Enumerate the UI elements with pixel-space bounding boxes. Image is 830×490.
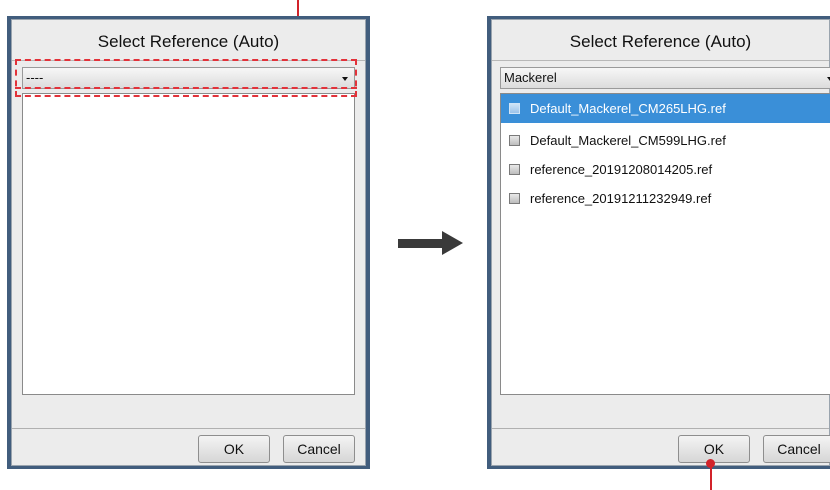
- list-item-label: Default_Mackerel_CM599LHG.ref: [530, 133, 726, 148]
- left-reference-list[interactable]: [22, 93, 355, 395]
- checkbox-icon[interactable]: [509, 164, 520, 175]
- list-item[interactable]: Default_Mackerel_CM599LHG.ref: [501, 126, 830, 155]
- checkbox-icon[interactable]: [509, 135, 520, 146]
- list-item-label: Default_Mackerel_CM265LHG.ref: [530, 101, 726, 116]
- checkbox-icon[interactable]: [509, 103, 520, 114]
- combo-highlight-mid-line: [15, 87, 357, 89]
- right-combo-value: Mackerel: [504, 70, 557, 85]
- list-item-label: reference_20191211232949.ref: [530, 191, 712, 206]
- list-item[interactable]: reference_20191208014205.ref: [501, 155, 830, 184]
- checkbox-icon[interactable]: [509, 193, 520, 204]
- left-dialog-title: Select Reference (Auto): [12, 20, 365, 61]
- divider: [492, 428, 829, 429]
- combo-highlight-box: [15, 59, 357, 97]
- ok-button[interactable]: OK: [198, 435, 270, 463]
- list-item-label: reference_20191208014205.ref: [530, 162, 713, 177]
- right-arrow-icon: [398, 239, 446, 248]
- right-arrow-head-icon: [442, 231, 463, 255]
- cancel-button[interactable]: Cancel: [283, 435, 355, 463]
- divider: [12, 428, 365, 429]
- ok-button[interactable]: OK: [678, 435, 750, 463]
- right-reference-combo[interactable]: Mackerel: [500, 67, 830, 89]
- right-reference-list[interactable]: Default_Mackerel_CM265LHG.ref Default_Ma…: [500, 93, 830, 395]
- right-dialog-title: Select Reference (Auto): [492, 20, 829, 61]
- list-item[interactable]: Default_Mackerel_CM265LHG.ref: [501, 94, 830, 123]
- right-dialog: Select Reference (Auto) Mackerel Default…: [487, 16, 830, 469]
- right-dialog-body: Select Reference (Auto) Mackerel Default…: [491, 19, 830, 466]
- list-item[interactable]: reference_20191211232949.ref: [501, 184, 830, 213]
- callout-line-bottom: [710, 463, 712, 490]
- cancel-button[interactable]: Cancel: [763, 435, 830, 463]
